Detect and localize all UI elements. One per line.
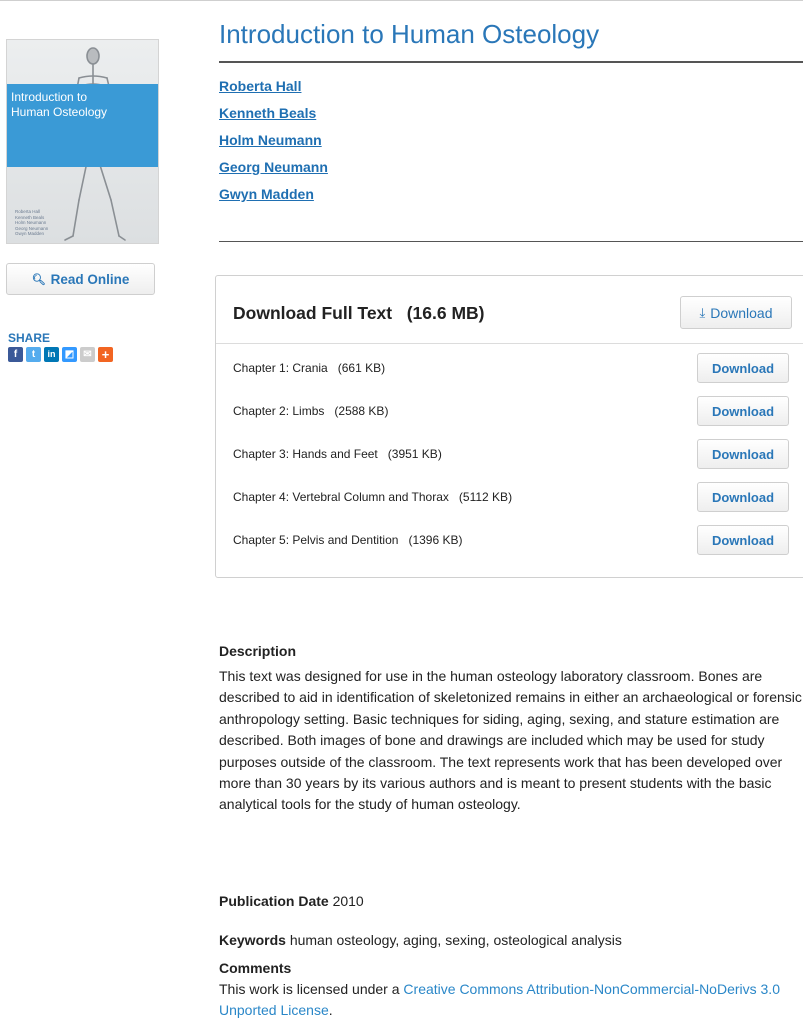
twitter-icon[interactable]: t xyxy=(26,347,41,362)
chapter-row-label: Chapter 1: Crania (661 KB) xyxy=(233,361,386,375)
page-title: Introduction to Human Osteology xyxy=(219,19,600,49)
book-cover-image[interactable]: Introduction to Human Osteology Roberta … xyxy=(6,39,159,244)
author-link-roberta-hall[interactable]: Roberta Hall xyxy=(219,77,328,104)
email-icon[interactable]: ✉ xyxy=(80,347,95,362)
keywords-value: human osteology, aging, sexing, osteolog… xyxy=(289,932,622,948)
chapter-row-label: Chapter 4: Vertebral Column and Thorax (… xyxy=(233,490,513,504)
chapter-row-label: Chapter 2: Limbs (2588 KB) xyxy=(233,404,389,418)
author-link-gwyn-madden[interactable]: Gwyn Madden xyxy=(219,185,328,212)
chapter-1-download-button[interactable]: Download xyxy=(697,353,789,383)
publication-date: Publication Date 2010 xyxy=(219,893,364,909)
linkedin-icon[interactable]: in xyxy=(44,347,59,362)
share-buttons: f t in ◩ ✉ + xyxy=(8,347,113,362)
title-divider xyxy=(219,61,803,63)
delicious-icon[interactable]: ◩ xyxy=(62,347,77,362)
top-divider xyxy=(0,0,803,1)
download-full-text-heading: Download Full Text (16.6 MB) xyxy=(233,303,485,323)
comments-heading: Comments xyxy=(219,960,292,976)
facebook-icon[interactable]: f xyxy=(8,347,23,362)
cover-title: Introduction to Human Osteology xyxy=(11,90,108,119)
author-link-kenneth-beals[interactable]: Kenneth Beals xyxy=(219,104,328,131)
description-text: This text was designed for use in the hu… xyxy=(219,668,802,813)
license-text: This work is licensed under a Creative C… xyxy=(219,981,780,1018)
author-link-holm-neumann[interactable]: Holm Neumann xyxy=(219,131,328,158)
download-icon: ⤓ xyxy=(699,304,706,320)
author-link-georg-neumann[interactable]: Georg Neumann xyxy=(219,158,328,185)
download-full-text-button[interactable]: ⤓ Download xyxy=(680,296,792,329)
chapter-2-download-button[interactable]: Download xyxy=(697,396,789,426)
keywords: Keywords human osteology, aging, sexing,… xyxy=(219,932,622,948)
addthis-icon[interactable]: + xyxy=(98,347,113,362)
publication-date-value: 2010 xyxy=(332,893,364,909)
keywords-label: Keywords xyxy=(219,932,286,948)
authors-divider xyxy=(219,241,803,242)
chapter-row-label: Chapter 3: Hands and Feet (3951 KB) xyxy=(233,447,442,461)
share-heading: SHARE xyxy=(8,331,51,345)
description-heading: Description xyxy=(219,643,297,659)
read-online-label: Read Online xyxy=(50,271,130,287)
download-header-divider xyxy=(216,343,803,344)
chapter-row-label: Chapter 5: Pelvis and Dentition (1396 KB… xyxy=(233,533,463,547)
chapter-4-download-button[interactable]: Download xyxy=(697,482,789,512)
publication-date-label: Publication Date xyxy=(219,893,329,909)
full-text-size: (16.6 MB) xyxy=(406,303,485,323)
read-online-button[interactable]: 🔍︎ Read Online xyxy=(6,263,155,295)
chapter-3-download-button[interactable]: Download xyxy=(697,439,789,469)
download-full-text-button-label: Download xyxy=(710,304,773,321)
author-list: Roberta Hall Kenneth Beals Holm Neumann … xyxy=(219,77,328,212)
magnifier-icon: 🔍︎ xyxy=(31,273,46,286)
chapter-5-download-button[interactable]: Download xyxy=(697,525,789,555)
cover-author-list: Roberta Hall Kenneth Beals Holm Neumann … xyxy=(15,209,49,237)
